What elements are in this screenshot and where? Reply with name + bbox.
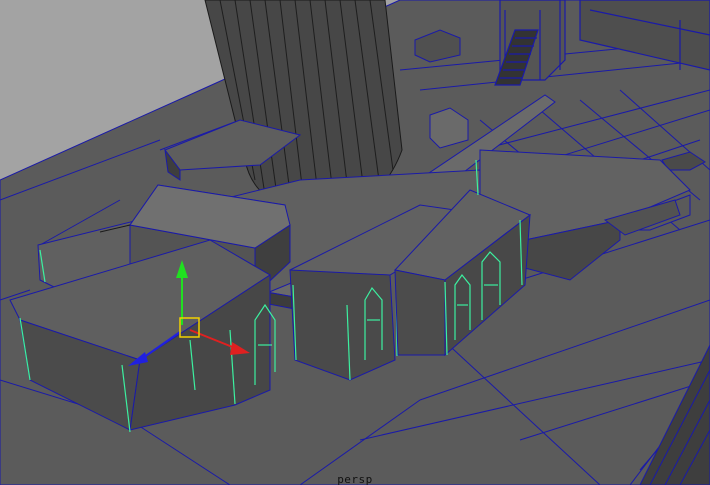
maya-perspective-viewport[interactable]: persp — [0, 0, 710, 485]
scene-canvas[interactable] — [0, 0, 710, 485]
camera-name-label: persp — [337, 473, 373, 485]
